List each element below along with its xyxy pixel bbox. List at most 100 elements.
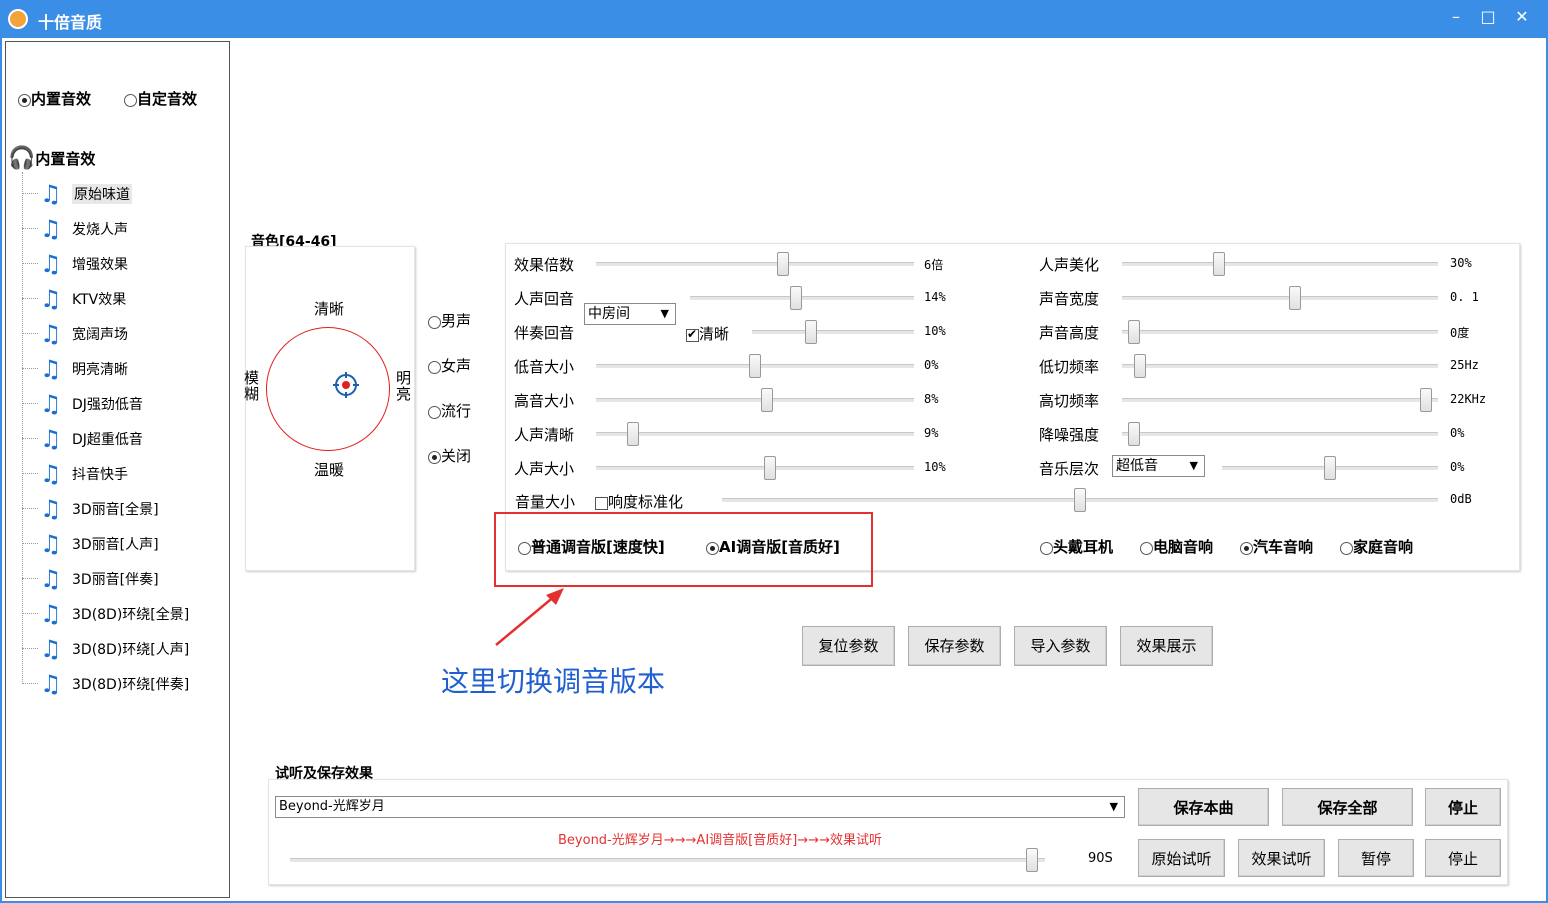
stop-button-top[interactable]: 停止: [1425, 788, 1501, 826]
tree-connector: [22, 683, 38, 684]
playback-slider-track[interactable]: [290, 858, 1045, 862]
tree-item[interactable]: ♫ 明亮清晰: [22, 354, 222, 384]
save-all-button[interactable]: 保存全部: [1282, 788, 1413, 826]
reset-params-button[interactable]: 复位参数: [802, 626, 895, 666]
tree-item[interactable]: ♫ DJ强劲低音: [22, 389, 222, 419]
radio-dot: [1040, 541, 1053, 555]
tree-item[interactable]: ♫ 宽阔声场: [22, 319, 222, 349]
tree-item[interactable]: ♫ 3D丽音[伴奏]: [22, 564, 222, 594]
radio-dot: [1340, 541, 1353, 555]
tree-connector: [22, 193, 38, 194]
param-slider-thumb[interactable]: [776, 252, 789, 276]
param-slider-track[interactable]: [690, 296, 914, 300]
param-slider-thumb[interactable]: [1128, 320, 1141, 344]
import-params-button[interactable]: 导入参数: [1014, 626, 1107, 666]
tree-item-label: 3D丽音[全景]: [72, 502, 159, 518]
custom-effect-radio[interactable]: 自定音效: [124, 88, 197, 109]
chevron-down-icon: ▼: [660, 307, 669, 320]
close-button[interactable]: ✕: [1508, 6, 1536, 28]
effect-demo-button[interactable]: 效果展示: [1120, 626, 1213, 666]
music-note-icon: ♫: [40, 425, 62, 453]
stop-button-bottom[interactable]: 停止: [1425, 839, 1501, 877]
param-slider-thumb[interactable]: [764, 456, 777, 480]
param-label: 低切频率: [1039, 358, 1100, 376]
voice-off-radio[interactable]: 关闭: [428, 445, 471, 466]
param-slider-track[interactable]: [1122, 296, 1438, 300]
tree-item[interactable]: ♫ 3D丽音[全景]: [22, 494, 222, 524]
tree-item-label: 3D丽音[人声]: [72, 537, 159, 553]
param-slider-thumb[interactable]: [761, 388, 774, 412]
tree-item[interactable]: ♫ KTV效果: [22, 284, 222, 314]
tree-item[interactable]: ♫ 原始味道: [22, 179, 222, 209]
radio-dot: [428, 405, 441, 419]
tree-item[interactable]: ♫ 3D(8D)环绕[伴奏]: [22, 669, 222, 699]
device-home-radio[interactable]: 家庭音响: [1340, 536, 1413, 557]
tree-item-label: 原始味道: [72, 184, 132, 204]
tree-item[interactable]: ♫ 增强效果: [22, 249, 222, 279]
param-slider-thumb[interactable]: [1128, 422, 1141, 446]
device-pc-radio[interactable]: 电脑音响: [1140, 536, 1213, 557]
param-slider-thumb[interactable]: [626, 422, 639, 446]
param-value: 10%: [924, 460, 946, 474]
param-value: 0%: [1450, 460, 1465, 474]
tree-item[interactable]: ♫ 3D(8D)环绕[全景]: [22, 599, 222, 629]
original-audition-button[interactable]: 原始试听: [1138, 839, 1225, 877]
param-slider-track[interactable]: [1122, 364, 1438, 368]
music-layer-value: 超低音: [1116, 458, 1158, 474]
param-slider-track[interactable]: [1122, 398, 1438, 402]
timbre-circle[interactable]: [266, 327, 390, 451]
param-value: 10%: [924, 324, 946, 338]
voice-female-radio[interactable]: 女声: [428, 355, 471, 376]
tree-item[interactable]: ♫ 3D丽音[人声]: [22, 529, 222, 559]
tree-item[interactable]: ♫ 抖音快手: [22, 459, 222, 489]
param-slider-track[interactable]: [596, 398, 914, 402]
builtin-effect-radio[interactable]: 内置音效: [18, 88, 91, 109]
param-slider-thumb[interactable]: [1419, 388, 1432, 412]
tree-item[interactable]: ♫ 发烧人声: [22, 214, 222, 244]
param-slider-track[interactable]: [1122, 432, 1438, 436]
device-car-radio[interactable]: 汽车音响: [1240, 536, 1313, 557]
crosshair-icon[interactable]: [333, 372, 359, 398]
music-note-icon: ♫: [40, 250, 62, 278]
pause-button[interactable]: 暂停: [1338, 839, 1414, 877]
param-slider-thumb[interactable]: [1213, 252, 1226, 276]
volume-slider-thumb[interactable]: [1074, 488, 1086, 512]
param-slider-thumb[interactable]: [1289, 286, 1302, 310]
param-label: 降噪强度: [1039, 426, 1100, 444]
param-slider-thumb[interactable]: [1324, 456, 1336, 480]
song-select[interactable]: Beyond-光辉岁月 ▼: [275, 796, 1125, 818]
param-slider-track[interactable]: [1122, 330, 1438, 334]
tree-item[interactable]: ♫ 3D(8D)环绕[人声]: [22, 634, 222, 664]
maximize-button[interactable]: □: [1474, 6, 1502, 28]
tree-connector: [22, 333, 38, 334]
param-slider-track[interactable]: [596, 466, 914, 470]
echo-room-select[interactable]: 中房间 ▼: [584, 303, 676, 325]
music-layer-select[interactable]: 超低音 ▼: [1112, 455, 1205, 477]
voice-male-radio[interactable]: 男声: [428, 310, 471, 331]
tree-root[interactable]: 🎧内置音效: [8, 146, 95, 171]
tree-item[interactable]: ♫ DJ超重低音: [22, 424, 222, 454]
save-params-button[interactable]: 保存参数: [908, 626, 1001, 666]
playback-slider-thumb[interactable]: [1025, 848, 1038, 872]
param-slider-thumb[interactable]: [749, 354, 761, 378]
param-slider-track[interactable]: [1122, 262, 1438, 266]
radio-dot: [1140, 541, 1153, 555]
tree-connector: [22, 263, 38, 264]
param-label: 人声大小: [514, 460, 575, 478]
param-slider-track[interactable]: [596, 262, 914, 266]
param-slider-track[interactable]: [752, 330, 914, 334]
param-slider-thumb[interactable]: [804, 320, 817, 344]
voice-pop-radio[interactable]: 流行: [428, 400, 471, 421]
minimize-button[interactable]: –: [1442, 6, 1470, 28]
clear-checkbox[interactable]: 清晰: [686, 323, 729, 344]
music-note-icon: ♫: [40, 495, 62, 523]
tree-item-label: 宽阔声场: [72, 327, 128, 343]
effect-audition-button[interactable]: 效果试听: [1238, 839, 1325, 877]
param-slider-thumb[interactable]: [1134, 354, 1147, 378]
param-slider-track[interactable]: [596, 432, 914, 436]
param-slider-thumb[interactable]: [789, 286, 802, 310]
device-headphone-radio[interactable]: 头戴耳机: [1040, 536, 1113, 557]
normalize-checkbox[interactable]: 响度标准化: [595, 491, 683, 512]
param-value: 9%: [924, 426, 939, 440]
save-song-button[interactable]: 保存本曲: [1138, 788, 1269, 826]
